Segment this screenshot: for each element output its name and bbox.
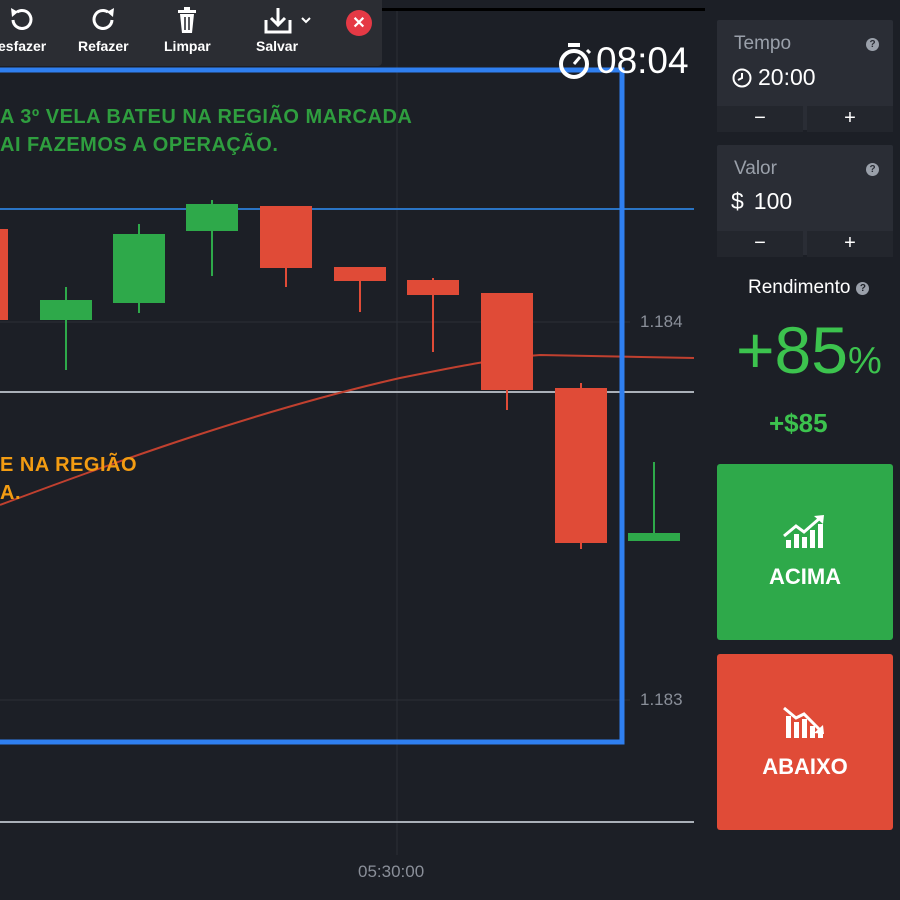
candle-up xyxy=(628,533,680,541)
time-label: Tempo xyxy=(734,33,792,54)
redo-label: Refazer xyxy=(78,38,129,54)
help-icon[interactable]: ? xyxy=(866,38,879,51)
redo-icon xyxy=(92,8,115,30)
candle-up xyxy=(186,204,238,231)
time-plus-button[interactable]: + xyxy=(807,106,893,132)
currency-symbol: $ xyxy=(731,188,744,214)
expiry-clock: 08:04 xyxy=(556,40,689,82)
put-down-button[interactable]: ABAIXO xyxy=(717,654,893,830)
close-icon: ✕ xyxy=(352,15,366,32)
annotation-orange-line-2: A. xyxy=(0,482,21,504)
close-button[interactable]: ✕ xyxy=(346,10,372,36)
clock-icon xyxy=(732,68,752,87)
candle-down xyxy=(555,388,607,543)
annotation-green-line-1: A 3º VELA BATEU NA REGIÃO MARCADA xyxy=(0,106,413,128)
price-label-low: 1.183 xyxy=(640,690,683,709)
highlight-box xyxy=(0,67,625,745)
redo-button[interactable]: Refazer xyxy=(78,6,129,54)
candles xyxy=(0,200,680,549)
yield-percent-value: +85 xyxy=(736,313,848,387)
candle-down xyxy=(260,206,312,268)
annotation-orange-line-1: E NA REGIÃO xyxy=(0,454,137,476)
call-up-label: ACIMA xyxy=(768,564,842,589)
trade-panel: Tempo ? 20:00 − + Valor ? $ 100 − + Rend… xyxy=(705,0,900,900)
candle-up xyxy=(113,234,165,303)
candle-up xyxy=(40,300,92,320)
help-icon[interactable]: ? xyxy=(866,163,879,176)
value-box: Valor ? $ 100 − + xyxy=(717,145,893,257)
time-value-text: 20:00 xyxy=(758,64,816,90)
value-amount: 100 xyxy=(753,188,793,214)
download-icon xyxy=(264,8,311,34)
time-axis-label: 05:30:00 xyxy=(358,862,425,881)
call-up-button[interactable]: ACIMA xyxy=(717,464,893,640)
put-down-label: ABAIXO xyxy=(762,754,848,779)
yield-percent: +85 % xyxy=(736,312,882,388)
candle-down xyxy=(334,267,386,281)
save-label: Salvar xyxy=(256,38,299,54)
undo-label: esfazer xyxy=(0,38,47,54)
value-label: Valor xyxy=(734,158,777,179)
chart-up-icon xyxy=(783,515,824,548)
save-button[interactable]: Salvar xyxy=(256,6,320,54)
chart-area[interactable]: A 3º VELA BATEU NA REGIÃO MARCADA AI FAZ… xyxy=(0,0,705,900)
help-icon[interactable]: ? xyxy=(856,281,870,295)
yield-amount: +$85 xyxy=(769,408,828,438)
drawing-toolbar: esfazer Refazer Limpar Salvar ✕ xyxy=(0,0,382,66)
undo-button[interactable]: esfazer xyxy=(0,6,46,54)
time-minus-button[interactable]: − xyxy=(717,106,803,132)
yield-label: Rendimento xyxy=(748,277,851,298)
candle-down xyxy=(481,293,533,390)
time-value[interactable]: 20:00 xyxy=(731,64,816,91)
annotation-green-line-2: AI FAZEMOS A OPERAÇÃO. xyxy=(0,134,279,156)
value-minus-button[interactable]: − xyxy=(717,231,803,257)
value-plus-button[interactable]: + xyxy=(807,231,893,257)
yield-label-row: Rendimento ? xyxy=(748,277,870,299)
chart-down-icon xyxy=(783,706,824,738)
candle-down xyxy=(407,280,459,295)
time-box: Tempo ? 20:00 − + xyxy=(717,20,893,132)
undo-icon xyxy=(11,8,33,30)
candle-down xyxy=(0,229,8,320)
clear-button[interactable]: Limpar xyxy=(164,6,211,54)
percent-sign: % xyxy=(847,340,882,382)
stopwatch-icon xyxy=(559,43,592,79)
price-label-high: 1.184 xyxy=(640,312,683,331)
clock-time: 08:04 xyxy=(596,40,689,81)
clear-label: Limpar xyxy=(164,38,211,54)
value-input[interactable]: $ 100 xyxy=(731,188,792,215)
trash-icon xyxy=(178,7,197,33)
